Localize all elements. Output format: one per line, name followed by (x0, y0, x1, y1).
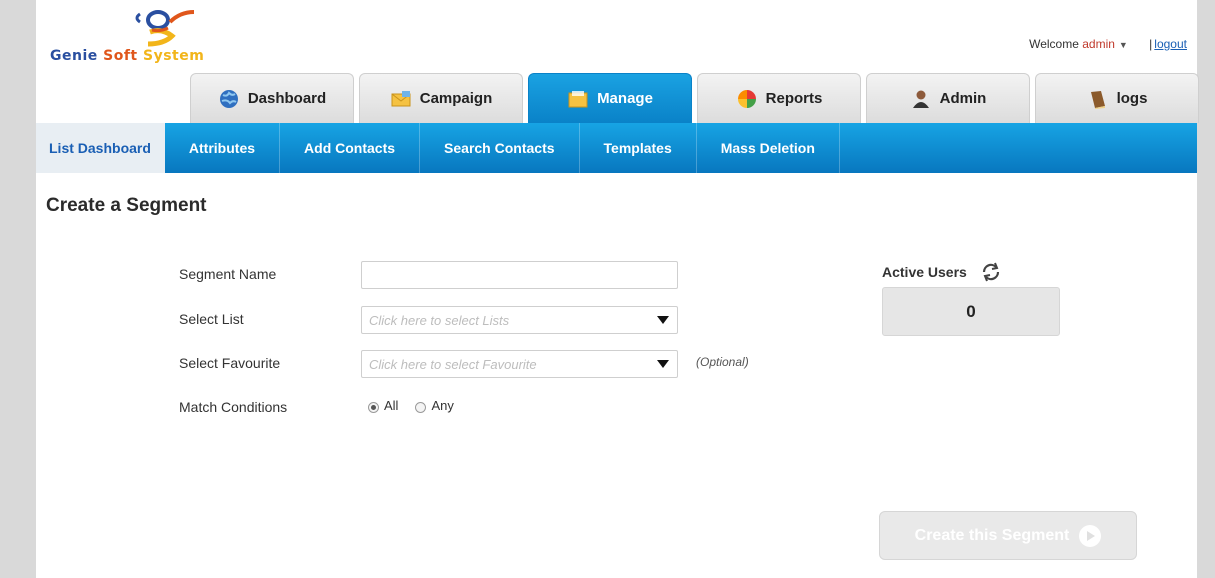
tab-label: Manage (597, 90, 653, 107)
pie-chart-icon (737, 89, 756, 108)
subnav-templates[interactable]: Templates (580, 123, 697, 173)
welcome-prefix: Welcome (1029, 37, 1083, 51)
welcome-area: Welcome admin ▼ | logout (1029, 37, 1187, 51)
subnav-attributes[interactable]: Attributes (165, 123, 281, 173)
active-users-label: Active Users (882, 264, 967, 280)
match-any-label: Any (431, 398, 454, 413)
page: Genie Soft System Welcome admin ▼ | logout… (36, 0, 1199, 578)
tab-label: Dashboard (247, 90, 327, 107)
folder-icon (568, 90, 588, 107)
match-conditions-label: Match Conditions (179, 399, 288, 415)
tab-dashboard[interactable]: Dashboard (190, 73, 354, 123)
tab-reports[interactable]: Reports (697, 73, 861, 123)
envelope-icon (391, 90, 411, 106)
user-menu[interactable]: admin (1082, 37, 1115, 51)
select-list-dropdown[interactable]: Click here to select Lists (361, 306, 678, 334)
subnav-mass-deletion[interactable]: Mass Deletion (697, 123, 840, 173)
segment-name-input[interactable] (361, 261, 678, 289)
chevron-down-icon[interactable]: ▼ (1119, 40, 1128, 50)
dropdown-arrow-icon (657, 360, 669, 368)
refresh-icon[interactable] (981, 262, 1001, 282)
tab-label: Campaign (419, 90, 493, 107)
logo-text-soft: Soft (103, 48, 143, 64)
match-all-radio[interactable] (368, 402, 379, 413)
segment-name-label: Segment Name (179, 266, 277, 282)
tab-campaign[interactable]: Campaign (359, 73, 523, 123)
select-favourite-label: Select Favourite (179, 355, 281, 371)
sub-navigation: List Dashboard Attributes Add Contacts S… (36, 123, 1197, 173)
active-users-count: 0 (882, 287, 1060, 336)
logout-link[interactable]: logout (1154, 37, 1187, 51)
logo-text-genie: Genie (50, 48, 104, 64)
book-icon (1090, 90, 1105, 109)
tab-admin[interactable]: Admin (866, 73, 1030, 123)
select-list-label: Select List (179, 311, 244, 327)
select-favourite-placeholder: Click here to select Favourite (369, 356, 537, 372)
create-segment-button[interactable]: Create this Segment (879, 511, 1137, 560)
select-list-placeholder: Click here to select Lists (369, 312, 510, 328)
subnav-add-contacts[interactable]: Add Contacts (280, 123, 421, 173)
match-all-label: All (384, 398, 399, 413)
page-title: Create a Segment (46, 195, 207, 216)
separator: | (1149, 37, 1153, 51)
subnav-search-contacts[interactable]: Search Contacts (420, 123, 580, 173)
active-users-header: Active Users (882, 262, 1001, 282)
right-margin (1197, 0, 1215, 578)
tab-label: logs (1116, 90, 1148, 107)
optional-hint: (Optional) (696, 355, 749, 369)
left-margin (0, 0, 36, 578)
subnav-list-dashboard[interactable]: List Dashboard (36, 123, 165, 173)
logo-mark-icon (135, 10, 195, 47)
create-segment-label: Create this Segment (914, 526, 1070, 544)
tab-manage[interactable]: Manage (528, 73, 692, 123)
globe-icon (219, 89, 238, 108)
logo-text: Genie Soft System (50, 48, 204, 64)
user-icon (912, 90, 929, 108)
logo-text-system: System (142, 48, 205, 64)
select-favourite-dropdown[interactable]: Click here to select Favourite (361, 350, 678, 378)
match-any-radio[interactable] (415, 402, 427, 413)
logo[interactable]: Genie Soft System (50, 8, 280, 64)
tab-logs[interactable]: logs (1035, 73, 1199, 123)
play-icon (1079, 524, 1102, 547)
tab-label: Reports (765, 90, 823, 107)
match-conditions-group: All Any (368, 398, 454, 413)
dropdown-arrow-icon (657, 316, 669, 324)
tab-label: Admin (939, 90, 987, 107)
